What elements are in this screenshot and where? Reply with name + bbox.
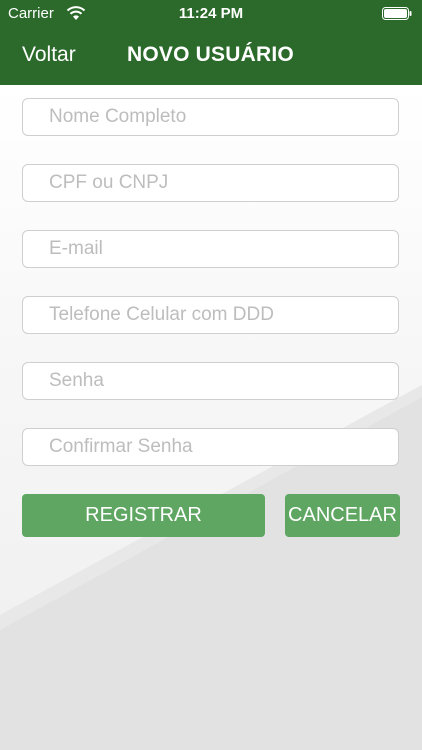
form-container: REGISTRAR CANCELAR: [0, 85, 422, 750]
battery-icon: [382, 7, 412, 20]
page-title: NOVO USUÁRIO: [127, 43, 294, 66]
cancel-button[interactable]: CANCELAR: [285, 494, 400, 537]
back-button[interactable]: Voltar: [22, 43, 76, 67]
phone-input[interactable]: [22, 296, 399, 334]
full-name-input[interactable]: [22, 98, 399, 136]
password-input[interactable]: [22, 362, 399, 400]
status-bar: Carrier 11:24 PM: [0, 0, 422, 30]
confirm-password-input[interactable]: [22, 428, 399, 466]
register-button[interactable]: REGISTRAR: [22, 494, 265, 537]
clock: 11:24 PM: [178, 5, 244, 22]
cpf-cnpj-input[interactable]: [22, 164, 399, 202]
navigation-bar: Voltar NOVO USUÁRIO: [0, 30, 422, 85]
email-input[interactable]: [22, 230, 399, 268]
